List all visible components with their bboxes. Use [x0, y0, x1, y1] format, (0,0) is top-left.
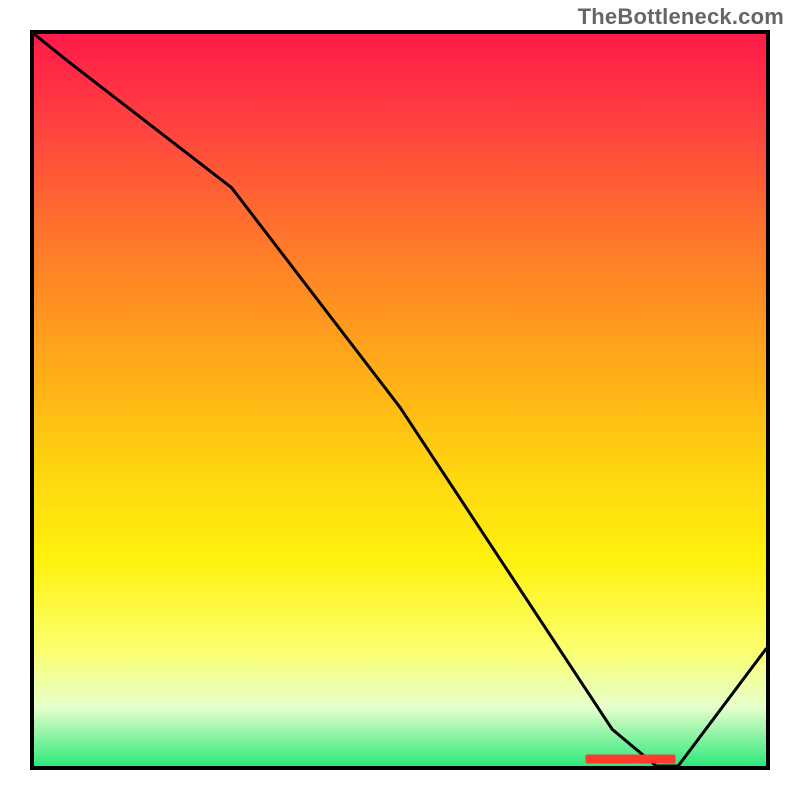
watermark-text: TheBottleneck.com — [578, 4, 784, 30]
chart-container: TheBottleneck.com — [0, 0, 800, 800]
plot-area — [30, 30, 770, 770]
series-path — [34, 34, 766, 766]
line-curve — [34, 34, 766, 766]
highlight-marker — [666, 754, 675, 763]
